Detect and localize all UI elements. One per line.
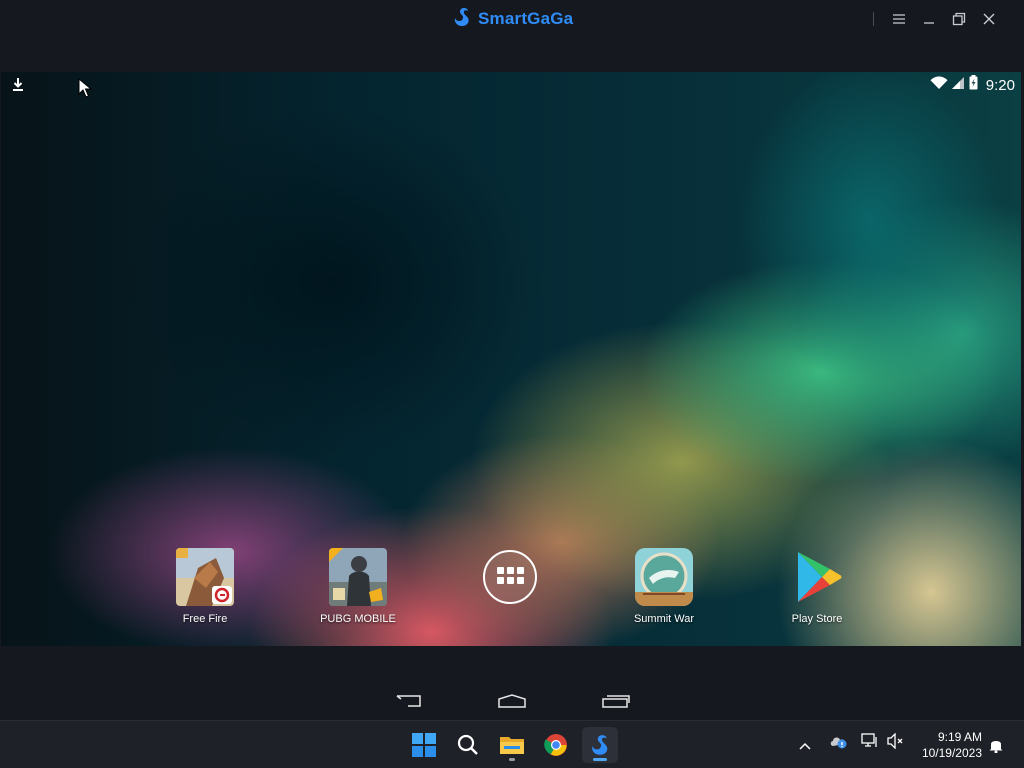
- home-button[interactable]: [497, 694, 527, 712]
- home-icon: [498, 694, 526, 708]
- notification-bell-icon[interactable]: [988, 737, 1004, 758]
- minimize-button[interactable]: [914, 8, 944, 30]
- app-pubg-mobile[interactable]: PUBG MOBILE: [303, 548, 413, 625]
- app-summit-war[interactable]: Summit War: [609, 548, 719, 625]
- onedrive-icon[interactable]: [829, 733, 849, 754]
- divider: [873, 12, 874, 26]
- app-title: SmartGaGa: [478, 9, 574, 28]
- show-hidden-icons-button[interactable]: [799, 737, 811, 755]
- search-button[interactable]: [450, 727, 486, 763]
- recents-icon: [602, 695, 630, 708]
- smartgaga-swan-icon: [452, 6, 472, 33]
- app-brand: SmartGaGa: [452, 6, 574, 33]
- android-home-screen[interactable]: 9:20 Free Fire PUBG MOBILE Summit War Pl…: [1, 72, 1021, 646]
- close-icon: [983, 13, 995, 25]
- volume-muted-icon[interactable]: [887, 732, 905, 754]
- folder-icon: [500, 737, 524, 754]
- restore-button[interactable]: [944, 8, 974, 30]
- app-label: Free Fire: [182, 613, 228, 625]
- network-icon[interactable]: [861, 733, 879, 754]
- app-label: PUBG MOBILE: [320, 613, 396, 625]
- taskbar-clock[interactable]: 9:19 AM 10/19/2023: [922, 729, 982, 761]
- chrome-icon: [544, 734, 567, 756]
- hamburger-icon: [893, 14, 905, 24]
- file-explorer-button[interactable]: [494, 727, 530, 763]
- back-button[interactable]: [394, 694, 424, 712]
- wifi-icon: [930, 75, 948, 95]
- download-icon: [12, 77, 24, 96]
- close-button[interactable]: [974, 8, 1004, 30]
- app-label: Play Store: [791, 613, 843, 625]
- recents-button[interactable]: [601, 694, 631, 712]
- chrome-button[interactable]: [538, 727, 574, 763]
- search-icon: [457, 734, 478, 755]
- window-controls: [873, 8, 1004, 30]
- pubg-mobile-icon: [329, 548, 387, 606]
- system-icons: 9:20: [930, 74, 1015, 96]
- free-fire-icon: [176, 548, 234, 606]
- status-clock: 9:20: [985, 76, 1015, 94]
- smartgaga-taskbar-button[interactable]: [582, 727, 618, 763]
- start-button[interactable]: [406, 727, 442, 763]
- android-nav-bar: [0, 646, 1024, 720]
- smartgaga-swan-icon: [592, 735, 608, 755]
- mouse-cursor-icon: [78, 77, 93, 103]
- summit-war-icon: [635, 548, 693, 606]
- battery-icon: [969, 75, 978, 95]
- app-play-store[interactable]: Play Store: [762, 548, 872, 625]
- play-store-icon: [788, 548, 846, 606]
- windows-taskbar: 9:19 AM 10/19/2023: [0, 720, 1024, 768]
- signal-icon: [951, 76, 965, 95]
- active-indicator: [593, 758, 607, 761]
- minimize-icon: [924, 22, 934, 24]
- app-label: Summit War: [633, 613, 695, 625]
- taskbar-date: 10/19/2023: [921, 746, 982, 760]
- app-drawer-button[interactable]: [483, 550, 537, 604]
- menu-button[interactable]: [884, 8, 914, 30]
- android-status-bar: 9:20: [1, 72, 1021, 96]
- back-icon: [396, 695, 421, 707]
- apps-grid-icon: [497, 567, 525, 587]
- chevron-up-icon: [799, 742, 811, 750]
- taskbar-time: 9:19 AM: [937, 730, 982, 744]
- emulator-title-bar: SmartGaGa: [0, 0, 1024, 38]
- windows-logo-icon: [412, 733, 436, 757]
- running-indicator: [509, 758, 515, 761]
- app-free-fire[interactable]: Free Fire: [150, 548, 260, 625]
- restore-icon: [952, 12, 966, 26]
